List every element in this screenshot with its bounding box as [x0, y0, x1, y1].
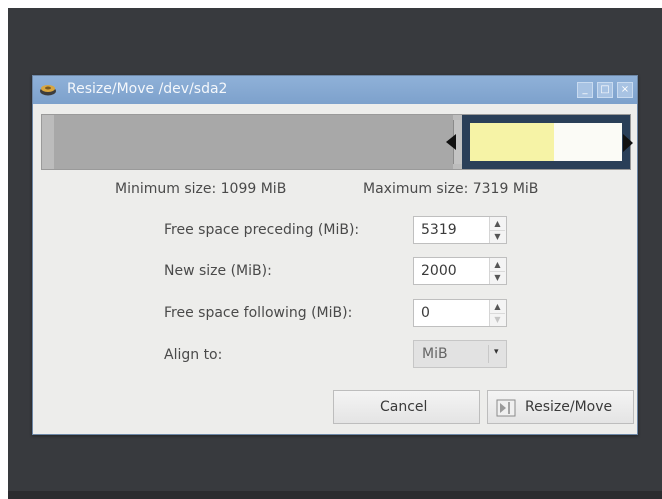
- align-to-label: Align to:: [164, 347, 223, 363]
- free-space-following-spinner[interactable]: 0 ▲ ▼: [413, 299, 507, 327]
- decrement-button[interactable]: ▼: [490, 271, 505, 284]
- partition-block[interactable]: [462, 115, 630, 169]
- increment-button[interactable]: ▲: [490, 217, 505, 231]
- minimum-size-label: Minimum size: 1099 MiB: [115, 181, 287, 197]
- increment-button[interactable]: ▲: [490, 300, 505, 314]
- free-space-preceding-label: Free space preceding (MiB):: [164, 222, 360, 238]
- decrement-button[interactable]: ▼: [490, 313, 505, 326]
- resize-handle-right[interactable]: [623, 134, 633, 152]
- free-space-preceding-spinner[interactable]: 5319 ▲ ▼: [413, 216, 507, 244]
- window-title: Resize/Move /dev/sda2: [67, 81, 228, 97]
- new-size-value[interactable]: 2000: [421, 263, 457, 279]
- spinner-buttons: ▲ ▼: [489, 258, 506, 284]
- maximum-size-label: Maximum size: 7319 MiB: [363, 181, 539, 197]
- partition-inner: [470, 123, 622, 161]
- cancel-button[interactable]: Cancel: [333, 390, 480, 424]
- chevron-down-icon[interactable]: ▾: [494, 347, 499, 357]
- close-button[interactable]: ×: [617, 82, 633, 98]
- minimize-button[interactable]: _: [577, 82, 593, 98]
- increment-button[interactable]: ▲: [490, 258, 505, 272]
- resize-handle-left[interactable]: [446, 134, 456, 150]
- free-space-following-value[interactable]: 0: [421, 305, 430, 321]
- spinner-buttons: ▲ ▼: [489, 300, 506, 326]
- screen-border-top: [0, 0, 662, 8]
- resize-move-dialog: Resize/Move /dev/sda2 _ □ × Minimum size…: [32, 75, 638, 435]
- align-to-value: MiB: [422, 346, 448, 362]
- spinner-buttons: ▲ ▼: [489, 217, 506, 243]
- resize-move-button-label: Resize/Move: [525, 399, 613, 415]
- unallocated-space: [54, 115, 453, 169]
- resize-move-button[interactable]: Resize/Move: [487, 390, 634, 424]
- free-space-preceding-value[interactable]: 5319: [421, 222, 457, 238]
- partition-used-fill: [470, 123, 554, 161]
- desktop-bottom-edge: [8, 491, 662, 499]
- cancel-button-label: Cancel: [380, 399, 428, 415]
- maximize-button[interactable]: □: [597, 82, 613, 98]
- screen-border-left: [0, 0, 8, 499]
- disk-utility-icon: [40, 85, 56, 96]
- select-separator: [488, 345, 489, 363]
- decrement-button[interactable]: ▼: [490, 230, 505, 243]
- titlebar[interactable]: Resize/Move /dev/sda2 _ □ ×: [33, 76, 637, 104]
- new-size-spinner[interactable]: 2000 ▲ ▼: [413, 257, 507, 285]
- free-space-following-label: Free space following (MiB):: [164, 305, 353, 321]
- align-to-select[interactable]: MiB ▾: [413, 340, 507, 368]
- partition-visualizer[interactable]: [41, 114, 631, 170]
- resize-move-icon: [496, 399, 516, 417]
- new-size-label: New size (MiB):: [164, 263, 272, 279]
